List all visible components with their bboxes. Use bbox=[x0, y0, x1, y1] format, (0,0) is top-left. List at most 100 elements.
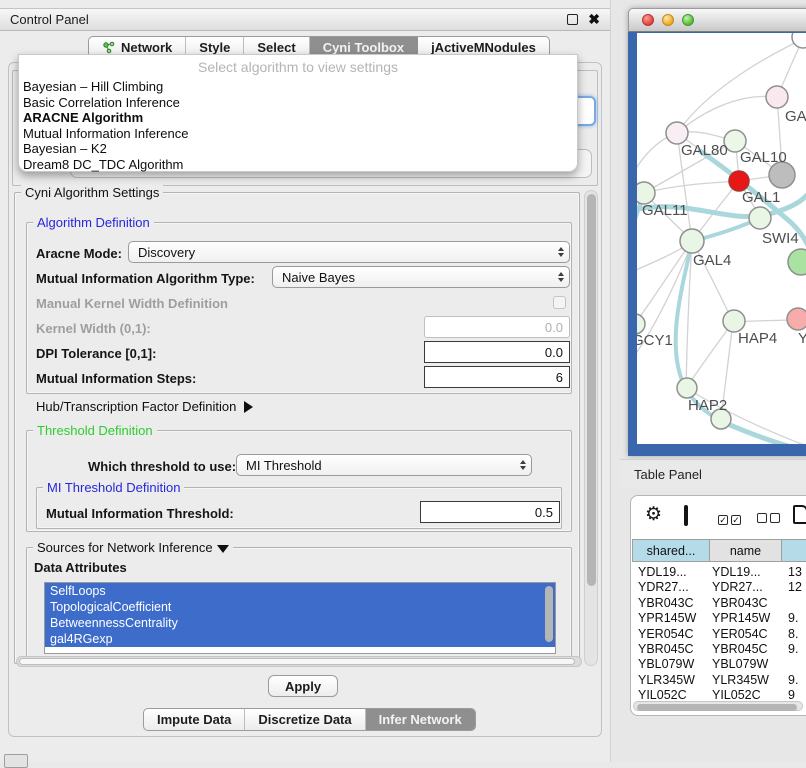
data-attributes-list[interactable]: SelfLoops TopologicalCoefficient Between… bbox=[44, 582, 556, 654]
network-canvas[interactable]: GAL GAL80 GAL10 GAL1 GAL11 SWI4 GAL4 GCY… bbox=[637, 33, 806, 444]
network-view-window[interactable]: GAL GAL80 GAL10 GAL1 GAL11 SWI4 GAL4 GCY… bbox=[628, 8, 806, 456]
cell-value: 9. bbox=[782, 673, 806, 688]
apply-button[interactable]: Apply bbox=[268, 675, 338, 697]
hub-transcription-expander[interactable]: Hub/Transcription Factor Definition bbox=[36, 399, 253, 414]
table-row[interactable]: YLR345W YLR345W 9. bbox=[632, 673, 806, 688]
settings-horizontal-scrollbar[interactable] bbox=[16, 656, 582, 667]
tab-discretize-data[interactable]: Discretize Data bbox=[245, 709, 365, 730]
network-node-labels: GAL GAL80 GAL10 GAL1 GAL11 SWI4 GAL4 GCY… bbox=[637, 108, 806, 414]
mi-steps-value: 6 bbox=[556, 370, 563, 385]
algorithm-option-mutual-information[interactable]: Mutual Information Inference bbox=[21, 126, 575, 142]
table-row-partial[interactable]: YIL052C YIL052C 9 bbox=[632, 688, 806, 700]
mi-threshold-field[interactable]: 0.5 bbox=[420, 501, 560, 523]
manual-kernel-width-checkbox[interactable] bbox=[553, 296, 566, 309]
cell-shared-name: YBR045C bbox=[632, 642, 710, 657]
bottom-left-button-partial[interactable] bbox=[4, 754, 28, 768]
table-horizontal-scrollbar[interactable] bbox=[633, 701, 803, 711]
which-threshold-combobox[interactable]: MI Threshold bbox=[236, 454, 532, 476]
network-node-gal1[interactable] bbox=[729, 171, 749, 191]
network-node-gal80[interactable] bbox=[666, 122, 688, 144]
network-node-swi4[interactable] bbox=[749, 207, 771, 229]
select-all-columns-icon[interactable]: ✓✓ bbox=[718, 510, 744, 528]
sources-title-text: Sources for Network Inference bbox=[37, 540, 213, 555]
float-panel-icon[interactable] bbox=[567, 14, 578, 25]
deselect-all-columns-icon[interactable] bbox=[757, 510, 783, 528]
checkbox-unchecked-icon bbox=[757, 513, 767, 523]
table-row[interactable]: YPR145W YPR145W 9. bbox=[632, 611, 806, 626]
column-header-partial[interactable]: A bbox=[782, 539, 806, 562]
table-horizontal-scrollbar-thumb[interactable] bbox=[637, 704, 797, 711]
new-column-icon-partial[interactable] bbox=[793, 505, 806, 524]
node-label-gcy1: GCY1 bbox=[637, 332, 673, 349]
window-minimize-icon[interactable] bbox=[662, 14, 674, 26]
table-row[interactable]: YER054C YER054C 8. bbox=[632, 627, 806, 642]
expander-collapsed-icon bbox=[244, 401, 253, 413]
table-row[interactable]: YDR27... YDR27... 12 bbox=[632, 580, 806, 595]
window-zoom-icon[interactable] bbox=[682, 14, 694, 26]
table-row[interactable]: YBR045C YBR045C 9. bbox=[632, 642, 806, 657]
cell-shared-name: YDL19... bbox=[632, 565, 710, 580]
network-node-gal4[interactable] bbox=[680, 229, 704, 253]
settings-horizontal-scrollbar-thumb[interactable] bbox=[19, 658, 575, 665]
kernel-width-label: Kernel Width (0,1): bbox=[36, 321, 151, 336]
mi-steps-field[interactable]: 6 bbox=[424, 366, 570, 388]
network-node-salmon[interactable] bbox=[787, 308, 806, 330]
mi-steps-label: Mutual Information Steps: bbox=[36, 371, 196, 386]
table-row[interactable]: YBL079W YBL079W bbox=[632, 657, 806, 672]
cell-shared-name: YER054C bbox=[632, 627, 710, 642]
mi-threshold-value: 0.5 bbox=[535, 505, 553, 520]
aracne-mode-combobox[interactable]: Discovery bbox=[128, 241, 570, 263]
algorithm-option-basic-correlation[interactable]: Basic Correlation Inference bbox=[21, 95, 575, 111]
network-window-titlebar[interactable] bbox=[628, 8, 806, 32]
cell-name: YLR345W bbox=[710, 673, 782, 688]
algorithm-option-aracne[interactable]: ARACNE Algorithm bbox=[21, 110, 575, 126]
network-node-gcy1[interactable] bbox=[637, 314, 645, 334]
which-threshold-label: Which threshold to use: bbox=[88, 459, 236, 474]
network-node-hap4[interactable] bbox=[723, 310, 745, 332]
close-panel-icon[interactable]: ✖ bbox=[588, 14, 600, 25]
network-node-gal-partial[interactable] bbox=[766, 86, 788, 108]
cell-value bbox=[782, 657, 806, 672]
table-settings-gear-icon[interactable]: ⚙ bbox=[645, 506, 662, 524]
attribute-item-selfloops[interactable]: SelfLoops bbox=[45, 583, 555, 599]
algorithm-option-bayesian-k2[interactable]: Bayesian – K2 bbox=[21, 141, 575, 157]
kernel-width-field[interactable]: 0.0 bbox=[424, 316, 570, 338]
network-icon bbox=[102, 41, 116, 54]
algorithm-dropdown-popup: Select algorithm to view settings Bayesi… bbox=[18, 54, 578, 172]
algorithm-dropdown-prompt: Select algorithm to view settings bbox=[19, 59, 577, 75]
dpi-tolerance-field[interactable]: 0.0 bbox=[424, 341, 570, 363]
network-node-big-green[interactable] bbox=[788, 249, 806, 275]
table-panel-title: Table Panel bbox=[634, 467, 702, 482]
network-node-gal11[interactable] bbox=[637, 182, 655, 204]
table-row[interactable]: YBR043C YBR043C bbox=[632, 596, 806, 611]
mi-algorithm-type-combobox[interactable]: Naive Bayes bbox=[272, 266, 570, 288]
algorithm-option-dream8[interactable]: Dream8 DC_TDC Algorithm bbox=[21, 157, 575, 173]
column-header-name[interactable]: name bbox=[710, 539, 782, 562]
attribute-item-gal4rgexp[interactable]: gal4RGexp bbox=[45, 631, 555, 647]
algorithm-option-bayesian-hill-climbing[interactable]: Bayesian – Hill Climbing bbox=[21, 79, 575, 95]
node-label-gal11: GAL11 bbox=[642, 202, 688, 219]
tab-network-label: Network bbox=[121, 40, 172, 55]
which-threshold-value: MI Threshold bbox=[246, 458, 515, 473]
cell-name: YER054C bbox=[710, 627, 782, 642]
cell-name: YBR043C bbox=[710, 596, 782, 611]
attributes-list-scrollbar-thumb[interactable] bbox=[545, 586, 553, 642]
tab-infer-network[interactable]: Infer Network bbox=[366, 709, 475, 730]
settings-vertical-scrollbar-thumb[interactable] bbox=[587, 194, 596, 586]
column-layout-icon[interactable] bbox=[684, 505, 688, 526]
column-header-shared-name[interactable]: shared... bbox=[632, 539, 710, 562]
node-label-gal1: GAL1 bbox=[742, 189, 780, 206]
combobox-spinner-icon bbox=[515, 455, 531, 475]
settings-vertical-scrollbar[interactable] bbox=[584, 190, 598, 666]
network-node-hap2[interactable] bbox=[677, 378, 697, 398]
table-row[interactable]: YDL19... YDL19... 13 bbox=[632, 565, 806, 580]
cell-name: YPR145W bbox=[710, 611, 782, 626]
window-close-icon[interactable] bbox=[642, 14, 654, 26]
cell-shared-name: YBL079W bbox=[632, 657, 710, 672]
checkbox-unchecked-icon bbox=[770, 513, 780, 523]
expander-expanded-icon[interactable] bbox=[217, 545, 229, 553]
attribute-item-betweennesscentrality[interactable]: BetweennessCentrality bbox=[45, 615, 555, 631]
tab-impute-data[interactable]: Impute Data bbox=[144, 709, 245, 730]
attribute-item-topologicalcoefficient[interactable]: TopologicalCoefficient bbox=[45, 599, 555, 615]
network-node-top-partial[interactable] bbox=[792, 33, 806, 48]
